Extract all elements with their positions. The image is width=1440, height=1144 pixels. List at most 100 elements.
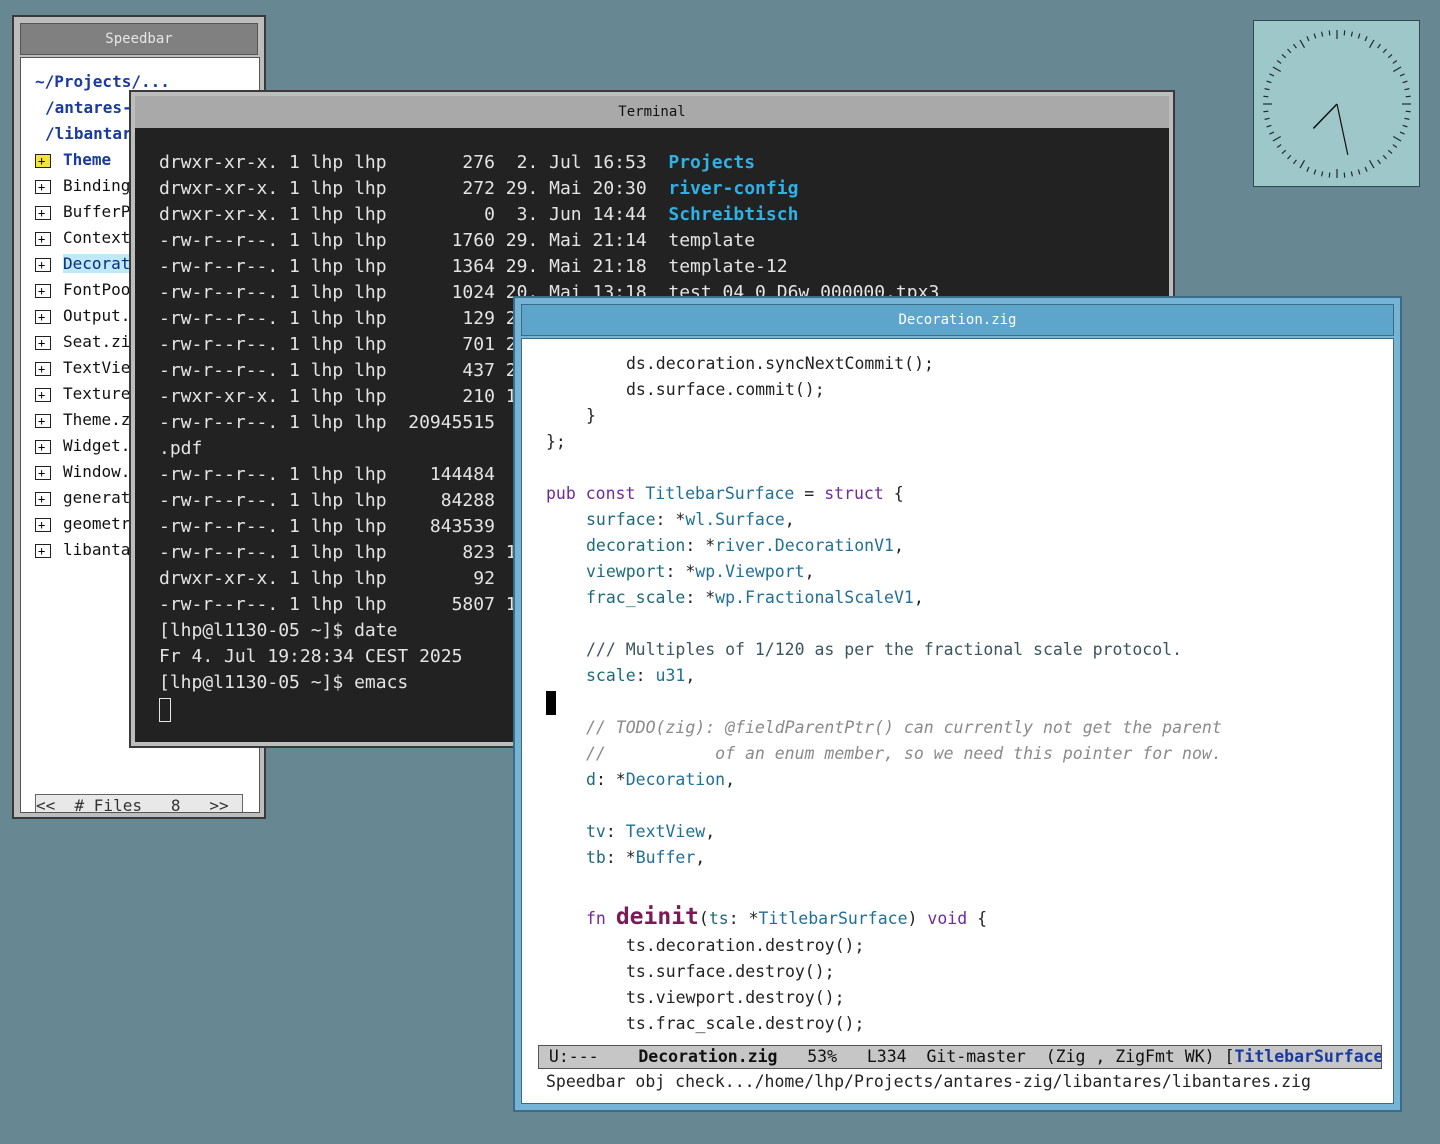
speedbar-item[interactable]: geometr	[35, 512, 130, 537]
modeline-vc[interactable]: Git-master	[927, 1047, 1026, 1066]
clock-tick	[1402, 124, 1408, 128]
clock-tick	[1402, 80, 1408, 84]
emacs-minibuffer[interactable]: Speedbar obj check.../home/lhp/Projects/…	[546, 1069, 1311, 1095]
emacs-titlebar[interactable]: Decoration.zig	[521, 304, 1394, 336]
clock-tick	[1350, 31, 1353, 37]
file-expand-icon[interactable]	[35, 279, 51, 303]
modeline-percent: 53%	[807, 1047, 838, 1066]
speedbar-item-label: BufferP	[63, 202, 131, 221]
clock-tick	[1263, 110, 1269, 113]
speedbar-item[interactable]: Seat.zi	[35, 330, 130, 355]
code-comment: // of an enum member, so we need this po…	[586, 744, 1222, 763]
speedbar-item[interactable]: TextVie	[35, 356, 130, 381]
terminal-prompt: [lhp@l1130-05 ~]$ date	[159, 620, 398, 641]
file-expand-icon[interactable]	[35, 227, 51, 251]
code-field: decoration	[586, 536, 686, 555]
terminal-listing-row: -rw-r--r--. 1 lhp lhp 144484	[159, 462, 495, 488]
clock-tick	[1328, 172, 1331, 178]
listing-filename: river-config	[668, 178, 799, 199]
code-keyword: struct	[824, 484, 884, 503]
file-expand-icon[interactable]	[35, 201, 51, 225]
file-expand-icon[interactable]	[35, 357, 51, 381]
terminal-wrap-line: .pdf	[159, 438, 203, 459]
code-param: ts	[708, 909, 729, 928]
modeline-modes[interactable]: (Zig , ZigFmt WK)	[1046, 1047, 1215, 1066]
listing-filename: template-12	[668, 256, 788, 277]
speedbar-dir[interactable]: /libantar	[45, 122, 132, 146]
clock-hour-hand	[1312, 103, 1338, 129]
speedbar-item[interactable]: Binding	[35, 174, 130, 199]
clock-tick	[1306, 36, 1310, 42]
listing-meta: -rw-r--r--. 1 lhp lhp 129 2	[159, 308, 517, 329]
clock-tick	[1272, 135, 1282, 142]
speedbar-titlebar[interactable]: Speedbar	[20, 23, 258, 55]
emacs-mode-line[interactable]: U:--- Decoration.zig 53% L334 Git-master…	[538, 1045, 1382, 1069]
speedbar-item[interactable]: Widget.	[35, 434, 131, 459]
file-expand-icon[interactable]	[35, 331, 51, 355]
terminal-titlebar[interactable]: Terminal	[135, 96, 1169, 129]
speedbar-item[interactable]: BufferP	[35, 200, 131, 225]
modeline-buffer-name[interactable]: Decoration.zig	[638, 1047, 777, 1066]
file-expand-icon[interactable]	[35, 487, 51, 511]
speedbar-item[interactable]: generat	[35, 486, 130, 511]
clock-tick	[1269, 73, 1275, 77]
clock-tick	[1364, 36, 1368, 42]
code-line: ts.viewport.destroy();	[626, 988, 845, 1007]
listing-meta: drwxr-xr-x. 1 lhp lhp 0 3. Jun 14:44	[159, 204, 647, 225]
terminal-listing-row: -rwxr-xr-x. 1 lhp lhp 210 1	[159, 384, 517, 410]
clock-tick	[1399, 131, 1405, 135]
listing-meta: -rw-r--r--. 1 lhp lhp 843539	[159, 516, 495, 537]
clock-tick	[1264, 117, 1270, 120]
speedbar-item[interactable]: Theme.z	[35, 408, 130, 433]
speedbar-files-bar[interactable]: << # Files 8 >>	[35, 794, 243, 812]
folder-icon[interactable]	[35, 149, 51, 173]
clock-tick	[1387, 149, 1393, 154]
speedbar-item[interactable]: Output.	[35, 304, 131, 329]
clock-tick	[1364, 166, 1368, 172]
speedbar-item-label: Window.	[63, 462, 131, 481]
clock-tick	[1293, 159, 1297, 165]
file-expand-icon[interactable]	[35, 175, 51, 199]
file-expand-icon[interactable]	[35, 409, 51, 433]
code-line: ts.surface.destroy();	[626, 962, 835, 981]
terminal-listing-row: drwxr-xr-x. 1 lhp lhp 276 2. Jul 16:53 P…	[159, 150, 755, 176]
speedbar-item[interactable]: Window.	[35, 460, 131, 485]
emacs-buffer[interactable]: ds.decoration.syncNextCommit(); ds.surfa…	[521, 338, 1394, 1104]
speedbar-item[interactable]: Texture	[35, 382, 130, 407]
speedbar-item-label: Widget.	[63, 436, 131, 455]
clock-tick	[1405, 95, 1411, 98]
speedbar-item[interactable]: libanta	[35, 538, 130, 563]
modeline-function: TitlebarSurface	[1234, 1047, 1382, 1066]
emacs-window[interactable]: Decoration.zig ds.decoration.syncNextCom…	[513, 296, 1402, 1112]
emacs-title: Decoration.zig	[898, 312, 1017, 328]
file-expand-icon[interactable]	[35, 253, 51, 277]
file-expand-icon[interactable]	[35, 513, 51, 537]
terminal-listing-row: drwxr-xr-x. 1 lhp lhp 272 29. Mai 20:30 …	[159, 176, 798, 202]
listing-filename: template	[668, 230, 756, 251]
file-expand-icon[interactable]	[35, 461, 51, 485]
file-expand-icon[interactable]	[35, 383, 51, 407]
clock-tick	[1392, 60, 1398, 64]
clock-tick	[1313, 33, 1317, 39]
clock-tick	[1266, 80, 1272, 84]
code-comment: // TODO(zig): @fieldParentPtr() can curr…	[586, 718, 1222, 737]
code-line: }	[586, 406, 596, 425]
speedbar-item-label: Output.	[63, 306, 131, 325]
file-expand-icon[interactable]	[35, 305, 51, 329]
clock-tick	[1263, 95, 1269, 98]
listing-meta: -rw-r--r--. 1 lhp lhp 1760 29. Mai 21:14	[159, 230, 647, 251]
speedbar-dir[interactable]: /antares-	[45, 96, 132, 120]
speedbar-item[interactable]: Theme	[35, 148, 111, 173]
code-line: d: *Decoration,	[586, 770, 736, 789]
speedbar-item[interactable]: FontPoo	[35, 278, 130, 303]
listing-meta: drwxr-xr-x. 1 lhp lhp 92	[159, 568, 495, 589]
code-type: Decoration	[625, 770, 726, 789]
file-expand-icon[interactable]	[35, 539, 51, 563]
terminal-listing-row: -rw-r--r--. 1 lhp lhp 129 2	[159, 306, 517, 332]
speedbar-item[interactable]: Decorat	[35, 252, 131, 277]
terminal-prompt: [lhp@l1130-05 ~]$ emacs	[159, 672, 409, 693]
clock-tick	[1306, 166, 1310, 172]
file-expand-icon[interactable]	[35, 435, 51, 459]
speedbar-item[interactable]: Context	[35, 226, 130, 251]
clock-tick	[1313, 169, 1317, 175]
